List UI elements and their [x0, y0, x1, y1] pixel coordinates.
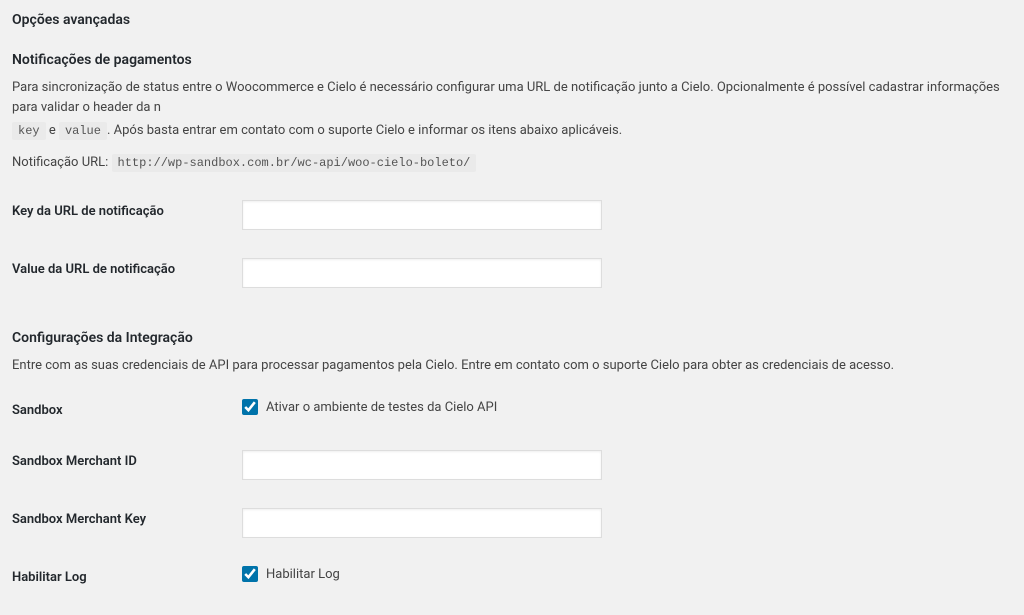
notifications-desc-part1: Para sincronização de status entre o Woo…	[12, 80, 1000, 115]
sandbox-merchant-id-label: Sandbox Merchant ID	[12, 436, 242, 494]
notification-value-row: Value da URL de notificação	[12, 244, 1012, 302]
sandbox-merchant-key-input[interactable]	[242, 508, 602, 538]
notifications-description-line2: key e value. Após basta entrar em contat…	[12, 121, 1012, 141]
notification-url-value: http://wp-sandbox.com.br/wc-api/woo-ciel…	[112, 154, 477, 172]
notifications-desc-part2: . Após basta entrar em contato com o sup…	[107, 123, 622, 138]
sandbox-merchant-id-row: Sandbox Merchant ID	[12, 436, 1012, 494]
notifications-title: Notificações de pagamentos	[12, 52, 1012, 68]
code-value: value	[59, 122, 107, 140]
notifications-description: Para sincronização de status entre o Woo…	[12, 78, 1012, 117]
integration-description: Entre com as suas credenciais de API par…	[12, 356, 1012, 376]
notifications-form-table: Key da URL de notificação Value da URL d…	[12, 186, 1012, 302]
notification-key-label: Key da URL de notificação	[12, 186, 242, 244]
sandbox-checkbox-text: Ativar o ambiente de testes da Cielo API	[266, 400, 497, 415]
sandbox-merchant-key-row: Sandbox Merchant Key	[12, 494, 1012, 552]
enable-log-checkbox-label[interactable]: Habilitar Log	[242, 566, 340, 582]
integration-title: Configurações da Integração	[12, 330, 1012, 346]
enable-log-checkbox-text: Habilitar Log	[266, 567, 340, 582]
notification-value-label: Value da URL de notificação	[12, 244, 242, 302]
enable-log-checkbox[interactable]	[242, 566, 258, 582]
sandbox-merchant-id-input[interactable]	[242, 450, 602, 480]
notification-value-input[interactable]	[242, 258, 602, 288]
sandbox-row: Sandbox Ativar o ambiente de testes da C…	[12, 385, 1012, 436]
notifications-desc-e: e	[46, 123, 59, 138]
integration-form-table: Sandbox Ativar o ambiente de testes da C…	[12, 385, 1012, 603]
notification-url-line: Notificação URL: http://wp-sandbox.com.b…	[12, 155, 1012, 170]
notification-url-label: Notificação URL:	[12, 155, 112, 170]
notification-key-row: Key da URL de notificação	[12, 186, 1012, 244]
sandbox-checkbox-label[interactable]: Ativar o ambiente de testes da Cielo API	[242, 399, 497, 415]
sandbox-merchant-key-label: Sandbox Merchant Key	[12, 494, 242, 552]
notification-key-input[interactable]	[242, 200, 602, 230]
sandbox-checkbox[interactable]	[242, 399, 258, 415]
code-key: key	[12, 122, 46, 140]
sandbox-label: Sandbox	[12, 385, 242, 436]
advanced-options-title: Opções avançadas	[12, 12, 1012, 28]
